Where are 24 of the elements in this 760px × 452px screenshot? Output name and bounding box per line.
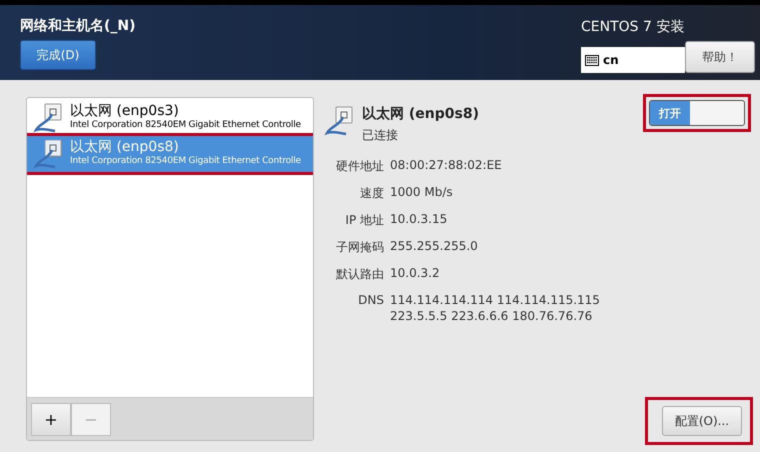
field-label: IP 地址 (344, 212, 384, 229)
field-value: 255.255.255.0 (390, 239, 479, 253)
add-button[interactable]: + (31, 402, 71, 436)
field-label: 速度 (359, 185, 384, 202)
done-button[interactable]: 完成(D) (20, 40, 96, 70)
help-button[interactable]: 帮助！ (685, 41, 755, 73)
window-title: 网络和主机名(_N) (20, 17, 136, 35)
product-title: CENTOS 7 安装 (581, 18, 686, 36)
field-value: 1000 Mb/s (390, 185, 454, 199)
field-label: DNS (357, 293, 384, 309)
configure-button[interactable]: 配置(O)... (662, 406, 742, 436)
field-value: 10.0.3.2 (390, 266, 441, 280)
device-item[interactable]: 以太网 (enp0s3) Intel Corporation 82540EM Gigabit Ethernet Controlle (27, 100, 313, 136)
field-value: 223.5.5.5 223.6.6.6 180.76.76.76 (390, 309, 594, 323)
field-label: 默认路由 (335, 266, 384, 283)
keyboard-layout-field[interactable]: cn (581, 47, 685, 73)
field-value: 10.0.3.15 (390, 212, 448, 226)
connection-status: 已连接 (362, 127, 399, 144)
keyboard-icon (585, 54, 599, 66)
field-value: 08:00:27:88:02:EE (390, 158, 503, 172)
field-label: 子网掩码 (335, 239, 384, 256)
device-name: 以太网 (enp0s8) (362, 105, 479, 123)
field-value: 114.114.114.114 114.114.115.115 (390, 293, 600, 307)
field-label: 硬件地址 (335, 158, 384, 175)
